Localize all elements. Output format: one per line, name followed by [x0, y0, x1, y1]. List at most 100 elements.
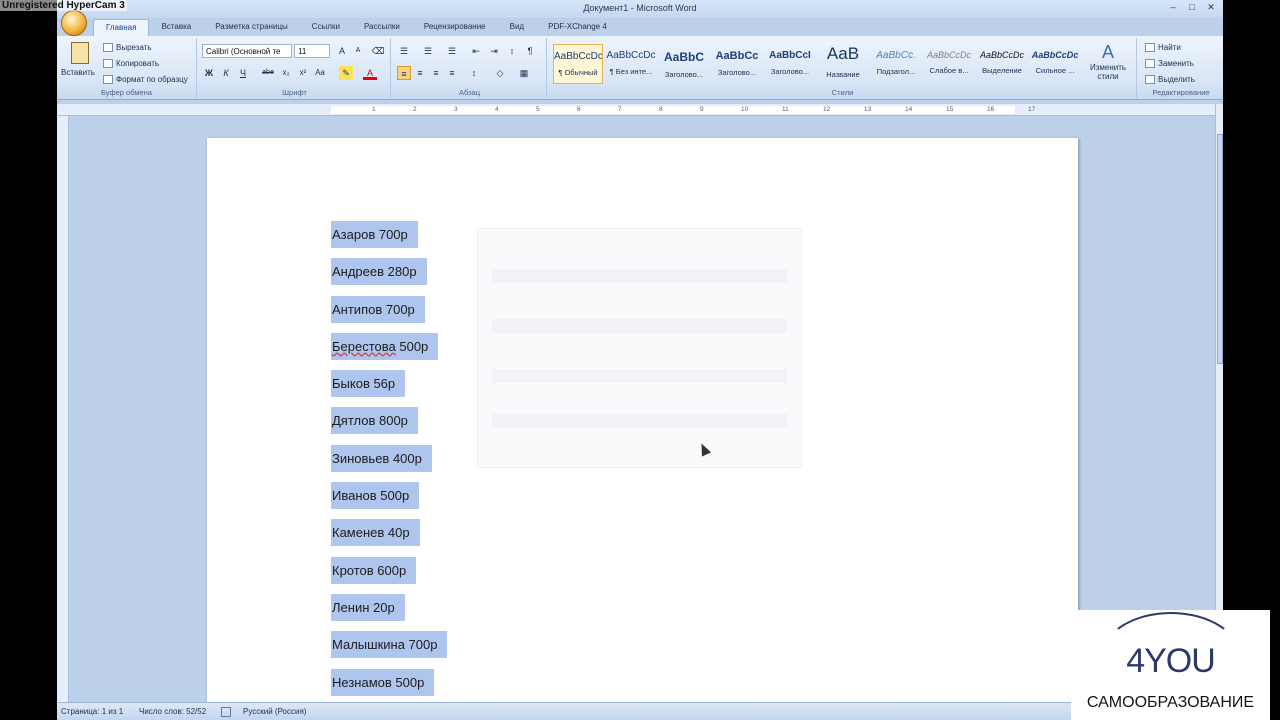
font-name-field[interactable]: Calibri (Основной те	[202, 44, 292, 58]
style-no-spacing[interactable]: AaBbCcDc ¶ Без инте...	[606, 44, 656, 84]
spelling-error-mark[interactable]: Берестова	[332, 339, 396, 354]
tab-insert[interactable]: Вставка	[149, 19, 203, 37]
replace-button[interactable]: Заменить	[1145, 59, 1194, 69]
document-line[interactable]: Дятлов 800р	[331, 407, 447, 444]
document-line[interactable]: Ленин 20р	[331, 593, 447, 631]
word-count[interactable]: Число слов: 52/52	[139, 707, 206, 716]
bullets-icon[interactable]: ☰	[397, 44, 411, 58]
align-left-icon[interactable]: ≡	[397, 66, 411, 80]
ruler-number: 13	[864, 106, 872, 113]
clear-format-icon[interactable]: ⌫	[371, 44, 385, 58]
font-color-icon[interactable]: A	[363, 66, 377, 80]
document-line[interactable]: Берестова 500р	[331, 332, 447, 370]
numbering-icon[interactable]: ☰	[421, 44, 435, 58]
document-line[interactable]: Каменев 40р	[331, 519, 447, 556]
paste-icon[interactable]	[71, 42, 89, 64]
grow-font-icon[interactable]: A	[335, 44, 349, 58]
tab-home[interactable]: Главная	[93, 19, 150, 37]
maximize-button[interactable]: □	[1184, 1, 1200, 14]
shading-icon[interactable]: ◇	[493, 66, 507, 80]
borders-icon[interactable]: ▦	[517, 66, 531, 80]
tab-page-layout[interactable]: Разметка страницы	[203, 19, 300, 37]
style-normal[interactable]: AaBbCcDc ¶ Обычный	[553, 44, 603, 84]
selected-text: Азаров 700р	[331, 221, 418, 248]
style-subtitle[interactable]: AaBbCc. Подзагол...	[871, 44, 921, 84]
scrollbar-thumb[interactable]	[1217, 134, 1223, 364]
highlight-icon[interactable]: ✎	[339, 66, 353, 80]
style-title[interactable]: AaB Название	[818, 44, 868, 84]
selected-text: Быков 56р	[331, 370, 406, 398]
align-center-icon[interactable]: ≡	[413, 66, 427, 80]
style-subtle-emphasis[interactable]: AaBbCcDc Слабое в...	[924, 44, 974, 84]
ruler-number: 15	[946, 106, 954, 113]
tab-review[interactable]: Рецензирование	[412, 19, 498, 37]
selected-text: Иванов 500р	[331, 482, 420, 510]
increase-indent-icon[interactable]: ⇥	[487, 44, 501, 58]
decrease-indent-icon[interactable]: ⇤	[469, 44, 483, 58]
pilcrow-icon[interactable]: ¶	[523, 44, 537, 58]
office-button[interactable]	[61, 10, 87, 36]
vertical-ruler[interactable]	[57, 116, 69, 702]
scissors-icon	[103, 43, 113, 53]
close-button[interactable]: ✕	[1203, 1, 1219, 14]
bold-button[interactable]: Ж	[202, 66, 216, 80]
tab-pdf-xchange[interactable]: PDF-XChange 4	[536, 19, 619, 37]
style-heading-2[interactable]: AaBbCc Заголово...	[712, 44, 762, 84]
multilevel-list-icon[interactable]: ☰	[445, 44, 459, 58]
editing-group: Найти Заменить Выделить Редактирование	[1139, 38, 1223, 98]
document-line[interactable]: Малышкина 700р	[331, 631, 448, 668]
selected-text: Зиновьев 400р	[331, 444, 432, 472]
language-indicator[interactable]: Русский (Россия)	[243, 707, 306, 716]
paste-button[interactable]: Вставить	[61, 68, 95, 77]
change-case-button[interactable]: Aa	[313, 66, 327, 80]
window-title: Документ1 - Microsoft Word	[583, 3, 697, 13]
document-line[interactable]: Антипов 700р	[331, 295, 447, 333]
font-size-field[interactable]: 11	[294, 44, 330, 58]
tab-mailings[interactable]: Рассылки	[352, 19, 412, 37]
line-spacing-icon[interactable]: ↕	[467, 66, 481, 80]
copy-button[interactable]: Копировать	[103, 59, 159, 69]
document-line[interactable]: Азаров 700р	[331, 221, 447, 258]
ruler-text-area	[331, 106, 1015, 114]
document-line[interactable]: Иванов 500р	[331, 482, 447, 519]
proofing-icon[interactable]	[221, 707, 231, 717]
underline-button[interactable]: Ч	[236, 66, 250, 80]
tab-references[interactable]: Ссылки	[300, 19, 352, 37]
document-line[interactable]: Незнамов 500р	[331, 668, 447, 706]
align-right-icon[interactable]: ≡	[429, 66, 443, 80]
style-intense-emphasis[interactable]: AaBbCcDc Сильное ...	[1030, 44, 1080, 84]
select-button[interactable]: Выделить	[1145, 75, 1195, 85]
minimize-button[interactable]: –	[1165, 1, 1181, 14]
document-line[interactable]: Быков 56р	[331, 370, 447, 407]
style-heading-1[interactable]: AaBbC Заголово...	[659, 44, 709, 84]
font-group-label: Шрифт	[282, 88, 307, 97]
shrink-font-icon[interactable]: A	[351, 44, 365, 58]
document-text[interactable]: Азаров 700р Андреев 280р Антипов 700р Берес…	[331, 221, 448, 706]
selected-text: Незнамов 500р	[331, 668, 435, 696]
title-bar: Документ1 - Microsoft Word – □ ✕	[57, 0, 1223, 18]
horizontal-ruler[interactable]: 1 2 3 4 5 6 7 8 9 10 11 12 13 14 15 16 17	[57, 104, 1215, 116]
cut-button[interactable]: Вырезать	[103, 43, 152, 53]
document-line[interactable]: Зиновьев 400р	[331, 444, 447, 482]
ruler-number: 9	[700, 106, 704, 113]
styles-group-label: Стили	[831, 88, 854, 97]
find-button[interactable]: Найти	[1145, 43, 1181, 53]
subscript-button[interactable]: x₂	[279, 66, 293, 80]
ruler-number: 6	[577, 106, 581, 113]
justify-icon[interactable]: ≡	[445, 66, 459, 80]
tab-view[interactable]: Вид	[498, 19, 536, 37]
selected-text: Дятлов 800р	[331, 407, 418, 435]
style-heading-3[interactable]: AaBbCcI Заголово...	[765, 44, 815, 84]
italic-button[interactable]: К	[219, 66, 233, 80]
style-emphasis[interactable]: AaBbCcDc Выделение	[977, 44, 1027, 84]
strikethrough-button[interactable]: abe	[261, 66, 275, 80]
sort-icon[interactable]: ↕	[505, 44, 519, 58]
page-count[interactable]: Страница: 1 из 1	[61, 707, 123, 716]
font-group: Calibri (Основной те 11 A A ⌫ Ж К Ч abe …	[199, 38, 391, 98]
document-line[interactable]: Андреев 280р	[331, 258, 447, 295]
format-painter-button[interactable]: Формат по образцу	[103, 75, 188, 85]
change-styles-button[interactable]: A Изменить стили	[1083, 42, 1133, 81]
document-line[interactable]: Кротов 600р	[331, 556, 447, 594]
document-page[interactable]: Азаров 700р Андреев 280р Антипов 700р Берес…	[207, 138, 1078, 720]
superscript-button[interactable]: x²	[296, 66, 310, 80]
